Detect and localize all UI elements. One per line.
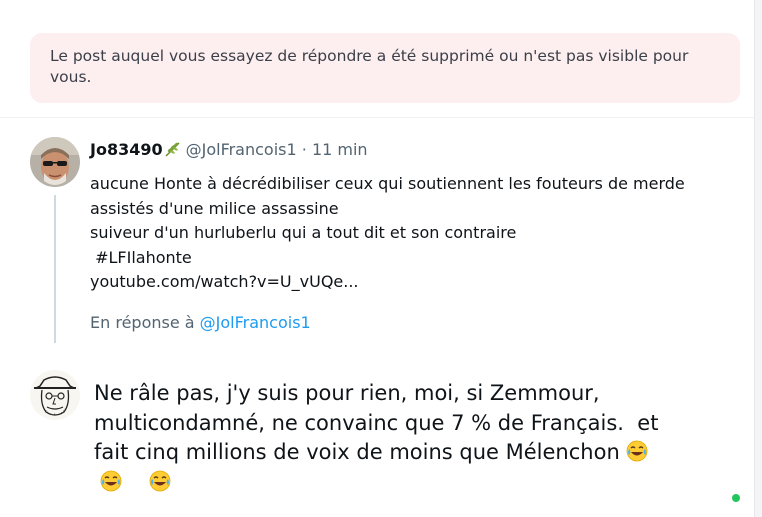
face-with-tears-of-joy-emoji bbox=[626, 440, 648, 462]
author-name[interactable]: Jo83490 bbox=[90, 140, 163, 159]
reply-mention[interactable]: @JolFrancois1 bbox=[200, 313, 311, 332]
face-with-tears-of-joy-emoji bbox=[149, 470, 171, 492]
deleted-post-notice: Le post auquel vous essayez de répondre … bbox=[30, 33, 740, 103]
post-line: aucune Honte à décrédibiliser ceux qui s… bbox=[90, 174, 685, 193]
replying-to: En réponse à @JolFrancois1 bbox=[90, 313, 311, 332]
post-line: suiveur d'un hurluberlu qui a tout dit e… bbox=[90, 223, 517, 242]
author-handle[interactable]: @JolFrancois1 bbox=[186, 140, 297, 159]
composer-line: multicondamné, ne convainc que 7 % de Fr… bbox=[94, 410, 659, 435]
thread-connector bbox=[54, 195, 56, 343]
right-gutter bbox=[755, 0, 762, 517]
reply-prefix: En réponse à bbox=[90, 313, 195, 332]
reply-composer[interactable]: Ne râle pas, j'y suis pour rien, moi, si… bbox=[94, 379, 734, 497]
avatar-photo bbox=[30, 137, 80, 187]
post-time[interactable]: 11 min bbox=[312, 140, 368, 159]
leaf-icon bbox=[164, 140, 182, 164]
avatar-caricature bbox=[30, 370, 80, 420]
divider bbox=[0, 117, 754, 118]
online-status-icon bbox=[732, 494, 740, 502]
user-avatar[interactable] bbox=[30, 370, 80, 420]
post-header: Jo83490 @JolFrancois1 · 11 min bbox=[90, 139, 730, 164]
composer-line: Ne râle pas, j'y suis pour rien, moi, si… bbox=[94, 381, 600, 405]
separator: · bbox=[301, 140, 307, 159]
hashtag-line[interactable]: #LFIlahonte bbox=[90, 246, 730, 271]
quoted-post[interactable]: Jo83490 @JolFrancois1 · 11 min aucune Ho… bbox=[90, 139, 730, 295]
notice-text: Le post auquel vous essayez de répondre … bbox=[50, 47, 689, 86]
composer-emoji-line bbox=[94, 468, 734, 498]
author-avatar[interactable] bbox=[30, 137, 80, 187]
composer-line-text: fait cinq millions de voix de moins que … bbox=[94, 440, 620, 464]
post-line: assistés d'une milice assassine bbox=[90, 198, 339, 218]
post-body: aucune Honte à décrédibiliser ceux qui s… bbox=[90, 172, 730, 295]
link-line[interactable]: youtube.com/watch?v=U_vUQe... bbox=[90, 270, 730, 295]
face-with-tears-of-joy-emoji bbox=[100, 470, 122, 492]
composer-line-with-emoji: fait cinq millions de voix de moins que … bbox=[94, 438, 734, 468]
